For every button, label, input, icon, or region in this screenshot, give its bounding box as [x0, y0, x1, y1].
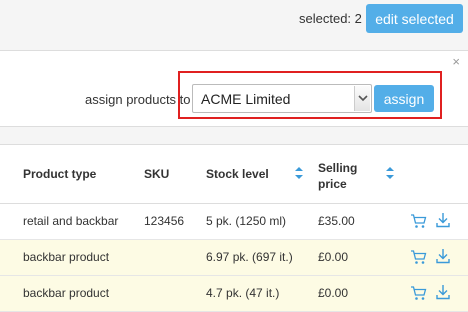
cell-stock-level: 6.97 pk. (697 it.) [206, 250, 293, 264]
cell-product-type: backbar product [23, 286, 110, 300]
spacer [0, 127, 468, 144]
header-sku[interactable]: SKU [144, 167, 169, 181]
products-table: Product type SKU Stock level Selling pri… [0, 144, 468, 312]
download-icon[interactable] [436, 212, 450, 228]
cell-selling-price: £0.00 [318, 286, 349, 300]
edit-selected-button[interactable]: edit selected [366, 4, 463, 33]
cell-product-type: backbar product [23, 250, 110, 264]
selected-count: selected: 2 [299, 11, 362, 26]
table-header: Product type SKU Stock level Selling pri… [0, 145, 468, 204]
header-selling-price-line2: price [318, 177, 347, 191]
header-selling-price[interactable]: Selling price [318, 160, 357, 192]
cart-icon[interactable] [410, 249, 427, 265]
table-row[interactable]: backbar product 4.7 pk. (47 it.) £0.00 [0, 276, 468, 312]
assign-label: assign products to [85, 92, 191, 107]
assign-panel: × assign products to ACME Limited assign [0, 50, 468, 127]
header-product-type[interactable]: Product type [23, 167, 96, 181]
cart-icon[interactable] [410, 285, 427, 301]
sort-icon[interactable] [294, 166, 304, 180]
cell-selling-price: £0.00 [318, 250, 349, 264]
download-icon[interactable] [436, 284, 450, 300]
sort-icon[interactable] [385, 166, 395, 180]
cart-icon[interactable] [410, 213, 427, 229]
company-select-value: ACME Limited [201, 91, 291, 107]
table-row[interactable]: retail and backbar 123456 5 pk. (1250 ml… [0, 204, 468, 240]
table-row[interactable]: backbar product 6.97 pk. (697 it.) £0.00 [0, 240, 468, 276]
cell-stock-level: 5 pk. (1250 ml) [206, 214, 287, 228]
assign-button[interactable]: assign [374, 85, 434, 112]
cell-stock-level: 4.7 pk. (47 it.) [206, 286, 280, 300]
header-selling-price-line1: Selling [318, 161, 358, 175]
chevron-down-icon[interactable] [354, 86, 370, 111]
cell-sku: 123456 [144, 214, 185, 228]
cell-selling-price: £35.00 [318, 214, 355, 228]
header-stock-level[interactable]: Stock level [206, 167, 269, 181]
cell-product-type: retail and backbar [23, 214, 119, 228]
company-select[interactable]: ACME Limited [192, 84, 372, 113]
top-toolbar: selected: 2 edit selected [0, 0, 468, 50]
close-icon[interactable]: × [452, 54, 460, 69]
download-icon[interactable] [436, 248, 450, 264]
